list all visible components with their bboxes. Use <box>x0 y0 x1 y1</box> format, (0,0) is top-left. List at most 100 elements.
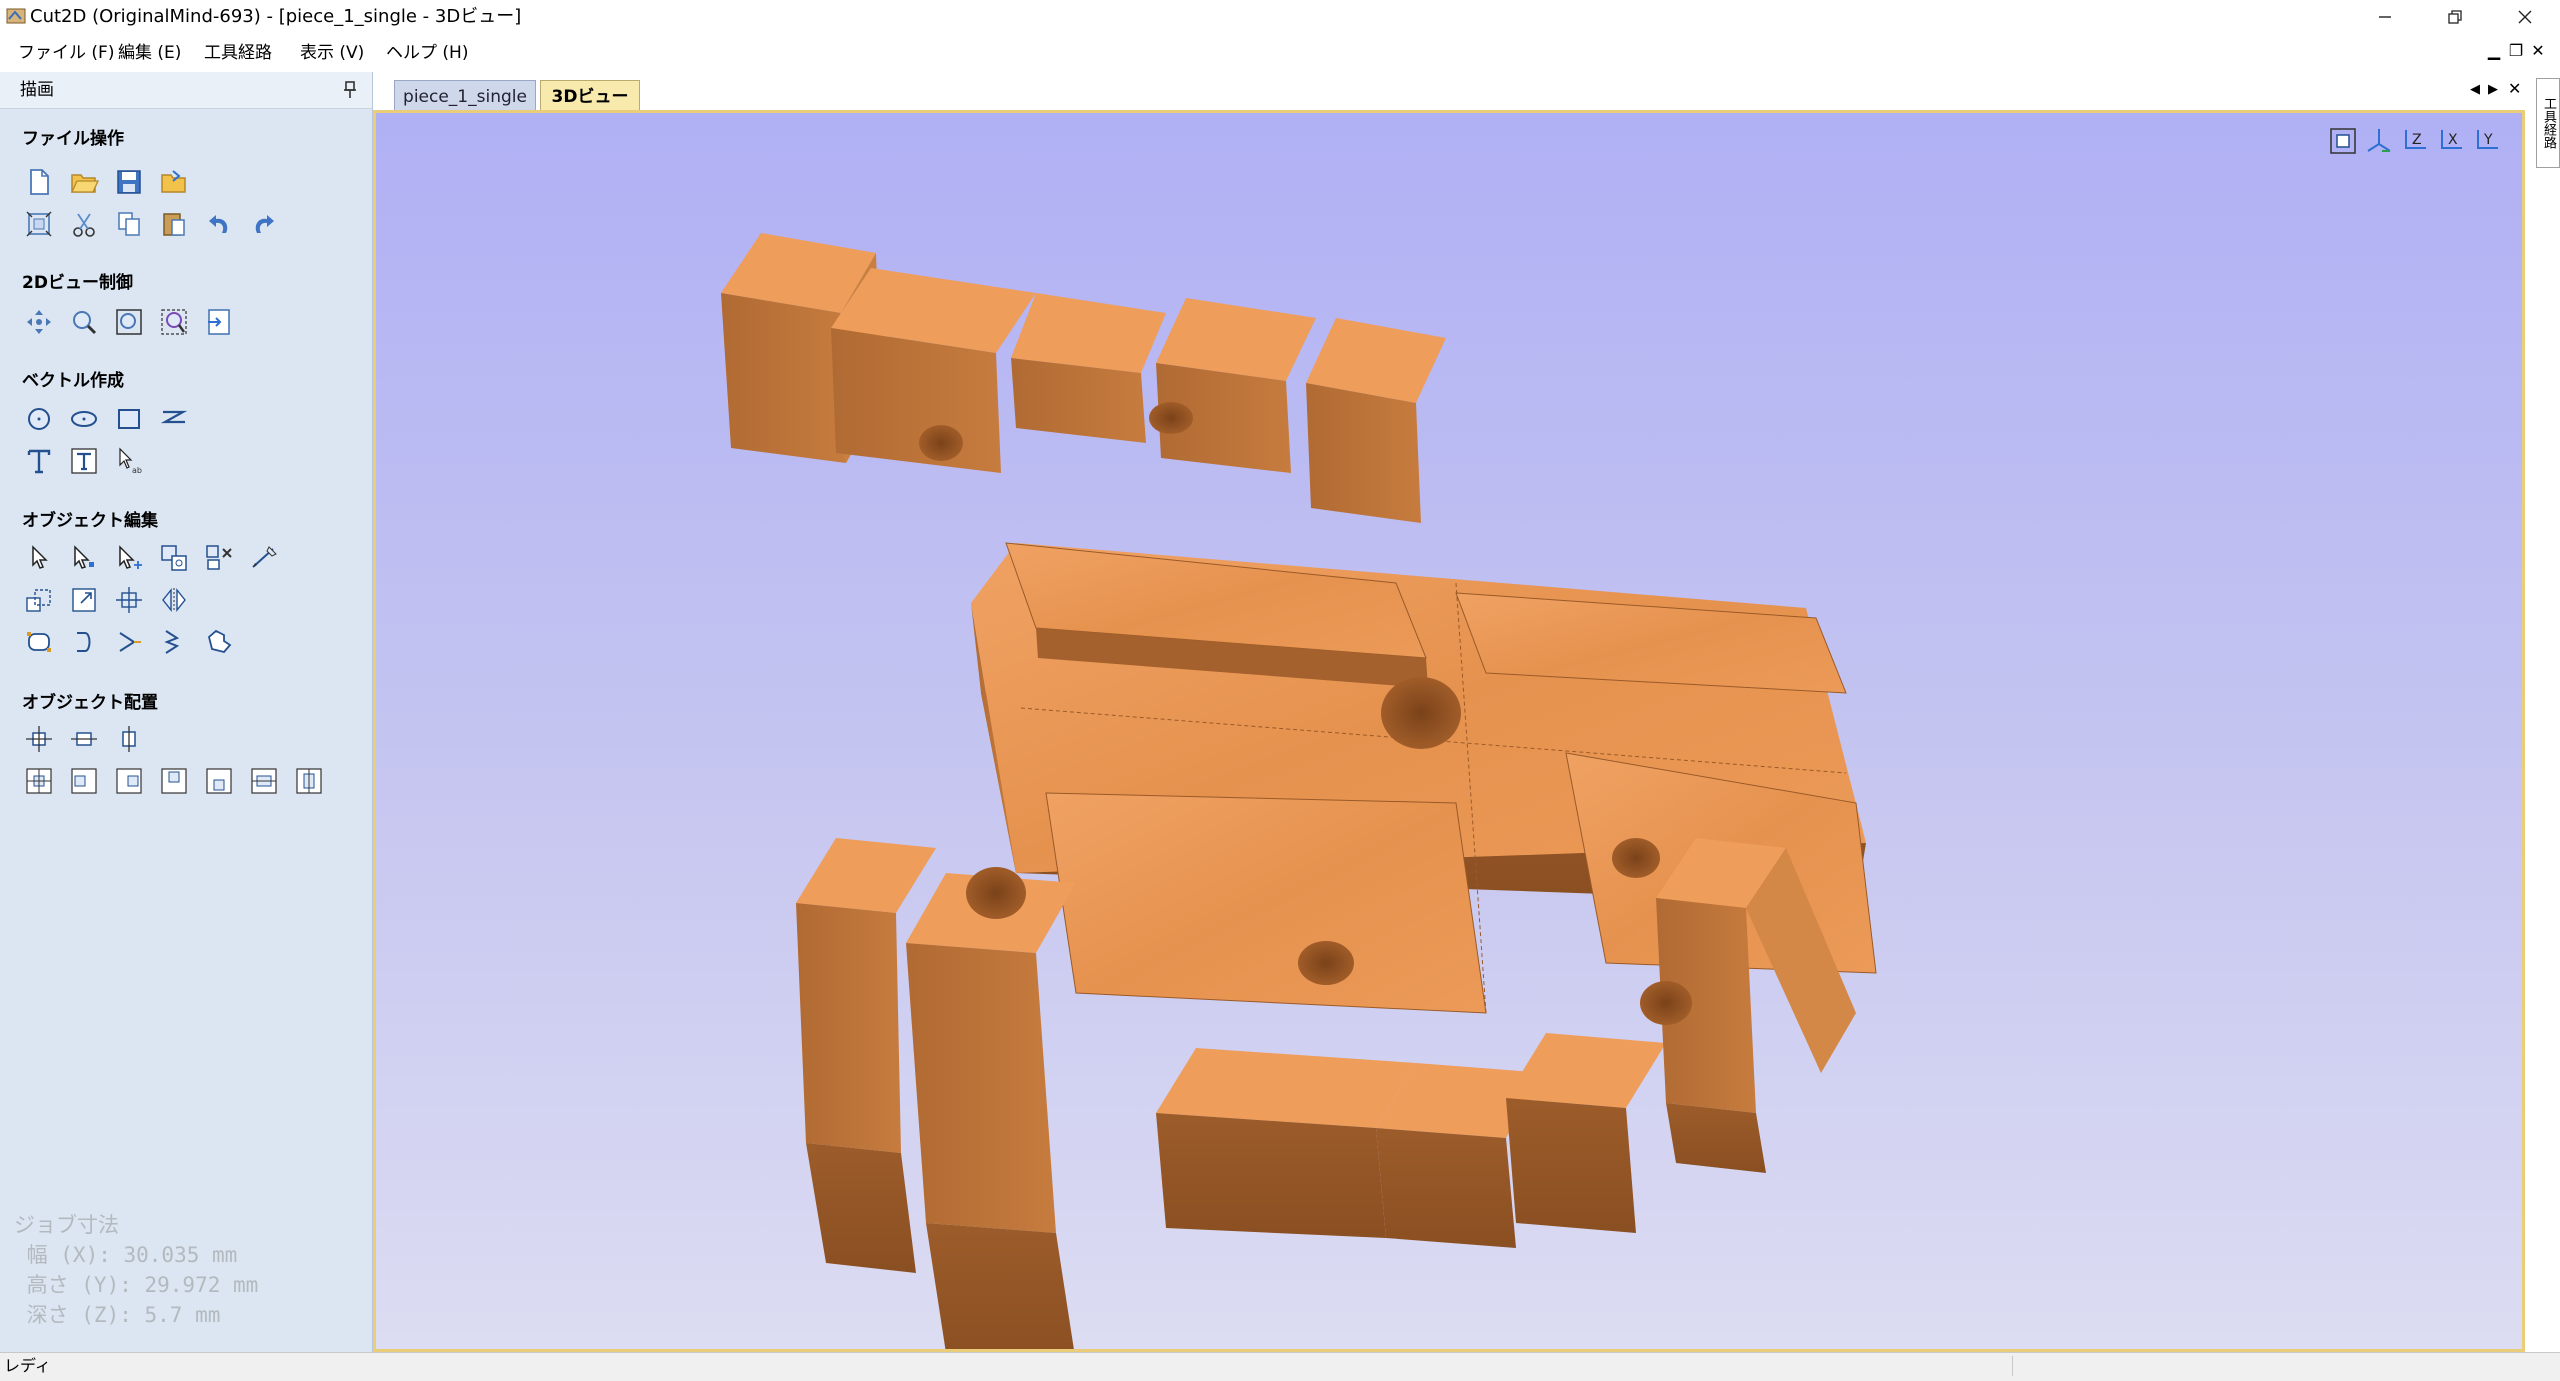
select-icon <box>32 545 48 569</box>
group-object-align-label: オブジェクト配置 <box>22 693 158 713</box>
axis-x-icon: X <box>2441 130 2462 149</box>
rectangle-button[interactable] <box>112 402 146 436</box>
mirror-icon <box>162 588 186 612</box>
center-icon <box>26 726 52 752</box>
tab-scroll-right-icon[interactable]: ▶ <box>2488 82 2498 97</box>
transform-button[interactable] <box>67 583 101 617</box>
fit-to-material-button[interactable] <box>22 207 56 241</box>
fillet-button[interactable] <box>157 625 191 659</box>
new-file-button[interactable] <box>22 165 56 199</box>
pan-button[interactable] <box>22 305 56 339</box>
text-box-button[interactable] <box>67 444 101 478</box>
mirror-button[interactable] <box>157 583 191 617</box>
minimize-button[interactable] <box>2350 0 2420 34</box>
node-edit-button[interactable] <box>67 541 101 575</box>
group-icon <box>161 545 187 571</box>
extend-button[interactable] <box>112 625 146 659</box>
distribute-horizontal-button[interactable] <box>247 764 281 798</box>
node-edit-icon <box>74 545 94 569</box>
mdi-restore-icon[interactable]: ❐ <box>2506 40 2526 62</box>
job-depth: 深さ (Z): 5.7 mm <box>14 1303 221 1327</box>
zoom-box-icon <box>73 311 97 335</box>
offset-button[interactable] <box>202 625 236 659</box>
menu-edit[interactable]: 編集 (E) <box>112 34 187 72</box>
align-top-icon <box>161 768 187 794</box>
pin-icon[interactable] <box>342 80 358 100</box>
status-text: レディ <box>4 1356 51 1375</box>
center-button[interactable] <box>22 722 56 756</box>
move-button[interactable] <box>112 583 146 617</box>
open-folder-icon <box>70 174 99 193</box>
mdi-minimize-icon[interactable]: ▁ <box>2484 40 2504 62</box>
toggle-view-button[interactable] <box>202 305 236 339</box>
fit-to-material-icon <box>26 211 52 237</box>
center-horizontal-button[interactable] <box>67 722 101 756</box>
import-button[interactable] <box>157 165 191 199</box>
text-button[interactable] <box>22 444 56 478</box>
menu-help[interactable]: ヘルプ (H) <box>380 34 474 72</box>
job-height: 高さ (Y): 29.972 mm <box>14 1273 259 1297</box>
align-left-button[interactable] <box>67 764 101 798</box>
align-top-button[interactable] <box>157 764 191 798</box>
tab-3d-view[interactable]: 3Dビュー <box>540 80 640 113</box>
save-button[interactable] <box>112 165 146 199</box>
weld-button[interactable] <box>22 625 56 659</box>
job-width: 幅 (X): 30.035 mm <box>14 1243 238 1267</box>
mdi-close-icon[interactable]: ✕ <box>2528 40 2548 62</box>
open-button[interactable] <box>67 165 101 199</box>
offset-icon <box>207 629 232 654</box>
extend-icon <box>119 632 141 652</box>
3d-viewport[interactable] <box>373 110 2525 1352</box>
tab-piece-1-single[interactable]: piece_1_single <box>394 80 536 113</box>
right-dock-strip <box>2535 72 2560 1352</box>
axis-iso-button[interactable] <box>2362 124 2396 158</box>
dimension-button[interactable]: ab <box>112 444 146 478</box>
toolpaths-side-tab[interactable]: 工具経路 <box>2536 78 2560 168</box>
copy-button[interactable] <box>112 207 146 241</box>
polyline-button[interactable] <box>157 402 191 436</box>
undo-button[interactable] <box>202 207 236 241</box>
ungroup-button[interactable] <box>202 541 236 575</box>
zoom-fit-icon <box>116 309 142 335</box>
align-bottom-button[interactable] <box>202 764 236 798</box>
axis-z-button[interactable]: Z <box>2398 124 2432 158</box>
fit-view-icon <box>2330 128 2356 154</box>
scale-button[interactable] <box>22 583 56 617</box>
menu-view[interactable]: 表示 (V) <box>294 34 370 72</box>
axis-y-button[interactable]: Y <box>2470 124 2504 158</box>
group-vector-label: ベクトル作成 <box>22 371 124 391</box>
trim-icon <box>77 632 91 652</box>
menu-file[interactable]: ファイル (F) <box>12 34 120 72</box>
status-separator <box>2012 1356 2013 1376</box>
align-center-button[interactable] <box>22 764 56 798</box>
align-right-button[interactable] <box>112 764 146 798</box>
pan-icon <box>27 310 51 334</box>
group-button[interactable] <box>157 541 191 575</box>
panel-header <box>0 72 372 109</box>
dimension-icon: ab <box>119 447 142 475</box>
3d-model <box>721 233 1877 1349</box>
paste-button[interactable] <box>157 207 191 241</box>
select-button[interactable] <box>22 541 56 575</box>
cut-button[interactable] <box>67 207 101 241</box>
redo-button[interactable] <box>247 207 281 241</box>
trim-button[interactable] <box>67 625 101 659</box>
fit-view-button[interactable] <box>2326 124 2360 158</box>
tab-close-icon[interactable]: ✕ <box>2508 79 2521 98</box>
zoom-selection-button[interactable] <box>157 305 191 339</box>
circle-button[interactable] <box>22 402 56 436</box>
zoom-fit-button[interactable] <box>112 305 146 339</box>
ellipse-button[interactable] <box>67 402 101 436</box>
interactive-edit-button[interactable] <box>112 541 146 575</box>
measure-button[interactable] <box>247 541 281 575</box>
close-button[interactable] <box>2490 0 2560 34</box>
polyline-icon <box>160 410 188 424</box>
center-vertical-button[interactable] <box>112 722 146 756</box>
menu-toolpaths[interactable]: 工具経路 <box>198 34 278 72</box>
distribute-vertical-button[interactable] <box>292 764 326 798</box>
restore-button[interactable] <box>2420 0 2490 34</box>
zoom-box-button[interactable] <box>67 305 101 339</box>
tab-scroll-left-icon[interactable]: ◀ <box>2470 82 2480 97</box>
axis-z-icon: Z <box>2405 130 2426 149</box>
axis-x-button[interactable]: X <box>2434 124 2468 158</box>
